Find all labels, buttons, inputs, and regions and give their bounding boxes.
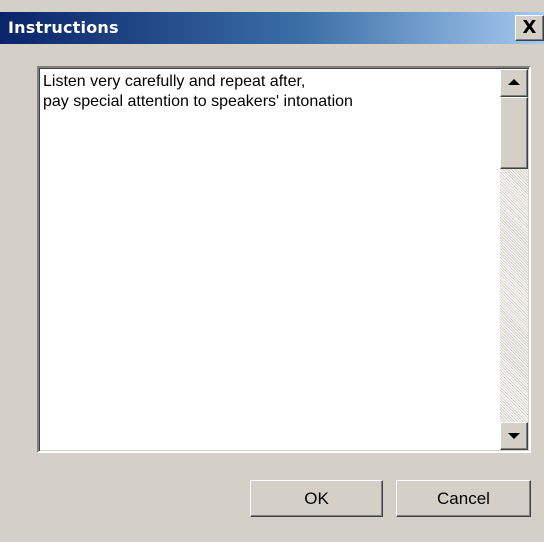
cancel-button[interactable]: Cancel	[396, 480, 531, 517]
scroll-up-button[interactable]	[500, 69, 528, 97]
scroll-down-icon	[508, 433, 520, 439]
close-icon: X	[522, 17, 537, 38]
instructions-line-2: pay special attention to speakers' inton…	[43, 93, 353, 110]
dialog-title: Instructions	[8, 18, 119, 37]
instructions-textarea[interactable]: Listen very carefully and repeat after, …	[37, 66, 531, 453]
ok-button[interactable]: OK	[250, 480, 383, 517]
scroll-down-button[interactable]	[500, 422, 528, 450]
close-button[interactable]: X	[515, 15, 544, 41]
instructions-text: Listen very carefully and repeat after, …	[43, 72, 493, 112]
scroll-thumb[interactable]	[500, 97, 528, 169]
vertical-scrollbar[interactable]	[500, 69, 528, 450]
instructions-line-1: Listen very carefully and repeat after,	[43, 73, 306, 90]
scroll-up-icon	[508, 79, 520, 85]
title-bar[interactable]: Instructions X	[0, 12, 544, 44]
instructions-dialog: Instructions X Listen very carefully and…	[0, 0, 544, 542]
